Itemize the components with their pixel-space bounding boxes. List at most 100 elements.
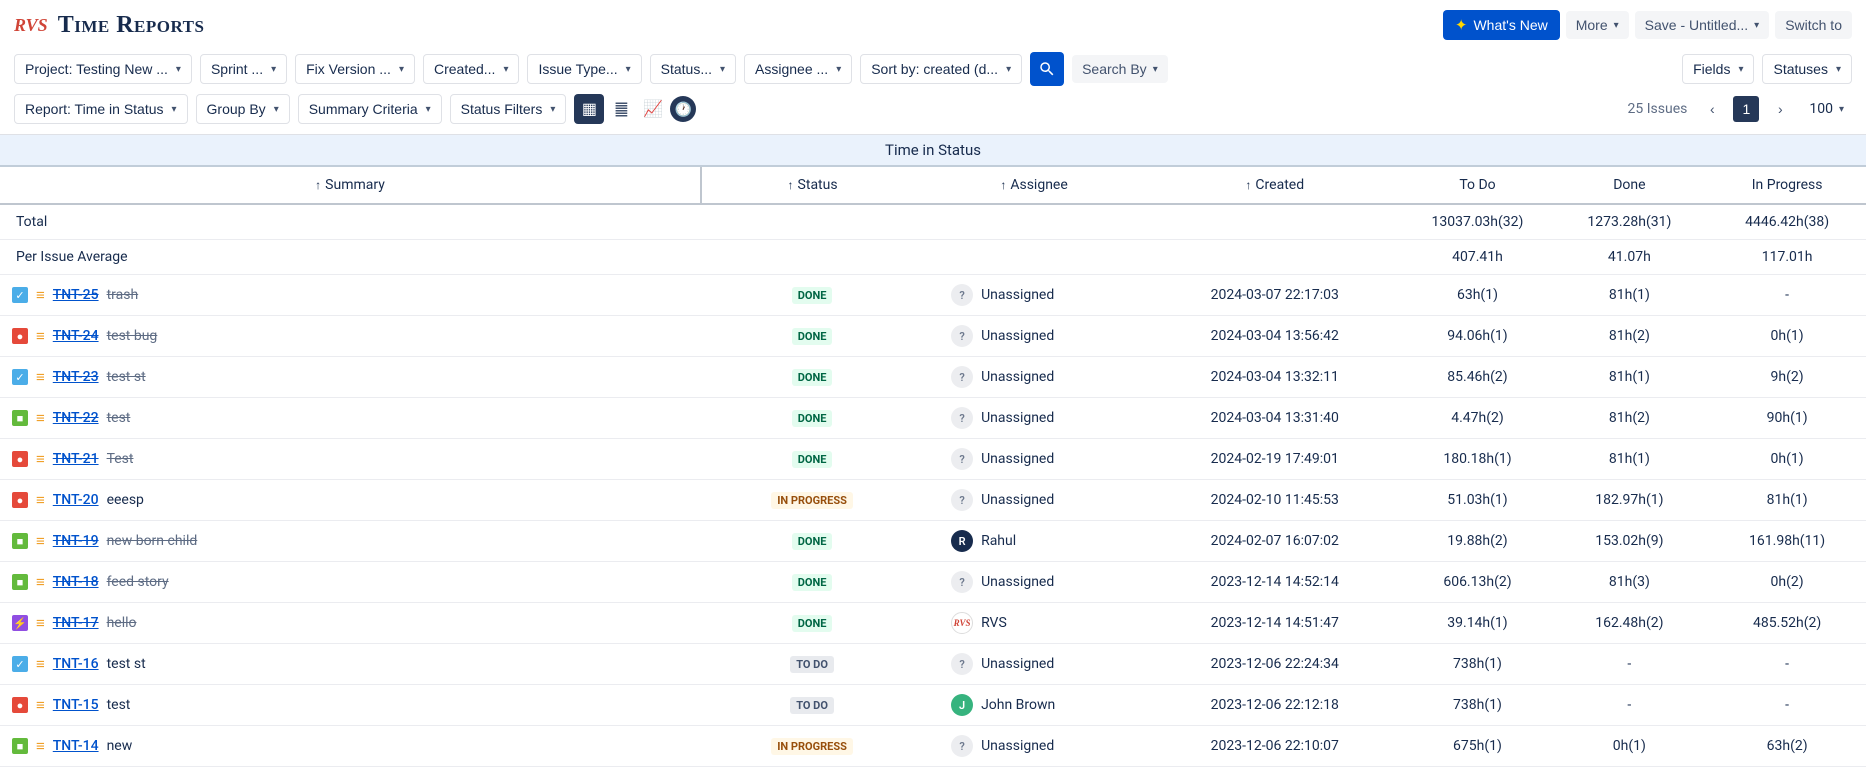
issuetype-bug-icon: ● <box>12 451 28 467</box>
next-page-button[interactable]: › <box>1767 96 1793 122</box>
created-cell: 2024-03-04 13:32:11 <box>1145 357 1404 398</box>
issue-key-link[interactable]: TNT-19 <box>53 533 99 549</box>
summary-criteria-filter[interactable]: Summary Criteria▾ <box>298 94 442 124</box>
search-icon <box>1038 60 1056 78</box>
page-size-select[interactable]: 100▾ <box>1801 97 1852 121</box>
status-badge: DONE <box>792 615 833 632</box>
bar-chart-view-button[interactable]: ䷀ <box>606 94 636 124</box>
issue-title: test st <box>107 369 146 385</box>
fix-version-filter[interactable]: Fix Version ...▾ <box>295 54 415 84</box>
issue-type-filter[interactable]: Issue Type...▾ <box>527 54 641 84</box>
issue-key-link[interactable]: TNT-21 <box>53 451 99 467</box>
table-row: ✓≡TNT-23 test stDONE?Unassigned2024-03-0… <box>0 357 1866 398</box>
total-todo: 13037.03h(32) <box>1404 204 1550 240</box>
sort-by-filter[interactable]: Sort by: created (d...▾ <box>860 54 1022 84</box>
issue-key-link[interactable]: TNT-16 <box>53 656 99 672</box>
done-cell: 182.97h(1) <box>1551 480 1709 521</box>
issuetype-task-icon: ✓ <box>12 656 28 672</box>
issuetype-bug-icon: ● <box>12 697 28 713</box>
created-cell: 2024-03-07 22:17:03 <box>1145 275 1404 316</box>
line-chart-view-button[interactable]: 📈 <box>638 94 668 124</box>
search-button[interactable] <box>1030 52 1064 86</box>
save-button[interactable]: Save - Untitled... ▾ <box>1635 11 1770 39</box>
done-cell: 162.48h(2) <box>1551 603 1709 644</box>
col-in-progress[interactable]: In Progress <box>1708 167 1866 204</box>
total-done: 1273.28h(31) <box>1551 204 1709 240</box>
logo-icon: RVS <box>14 15 48 36</box>
report-title: Time in Status <box>0 134 1866 167</box>
created-cell: 2024-02-10 11:45:53 <box>1145 480 1404 521</box>
chevron-down-icon: ▾ <box>1839 104 1844 115</box>
issue-key-link[interactable]: TNT-17 <box>53 615 99 631</box>
priority-icon: ≡ <box>36 573 45 591</box>
whats-new-button[interactable]: ✦ What's New <box>1443 10 1560 40</box>
fields-button[interactable]: Fields▾ <box>1682 54 1754 84</box>
priority-icon: ≡ <box>36 614 45 632</box>
assignee-name: Unassigned <box>981 287 1054 303</box>
total-row: Total 13037.03h(32) 1273.28h(31) 4446.42… <box>0 204 1866 240</box>
chevron-down-icon: ▾ <box>626 64 631 75</box>
assignee-name: John Brown <box>981 697 1055 713</box>
issue-key-link[interactable]: TNT-25 <box>53 287 99 303</box>
status-filter[interactable]: Status...▾ <box>650 54 736 84</box>
created-filter[interactable]: Created...▾ <box>423 54 520 84</box>
col-todo[interactable]: To Do <box>1404 167 1550 204</box>
issue-key-link[interactable]: TNT-18 <box>53 574 99 590</box>
chevron-down-icon: ▾ <box>1614 20 1619 31</box>
col-status[interactable]: ↑Status <box>701 167 923 204</box>
avg-done: 41.07h <box>1551 240 1709 275</box>
page-number[interactable]: 1 <box>1733 96 1759 122</box>
priority-icon: ≡ <box>36 491 45 509</box>
report-filter[interactable]: Report: Time in Status▾ <box>14 94 188 124</box>
assignee-name: Unassigned <box>981 451 1054 467</box>
col-assignee[interactable]: ↑Assignee <box>923 167 1145 204</box>
issue-title: test <box>107 697 131 713</box>
prog-cell: 161.98h(11) <box>1708 521 1866 562</box>
todo-cell: 606.13h(2) <box>1404 562 1550 603</box>
table-view-button[interactable]: ▦ <box>574 94 604 124</box>
issuetype-story-icon: ■ <box>12 410 28 426</box>
chevron-down-icon: ▾ <box>426 104 431 115</box>
statuses-button[interactable]: Statuses▾ <box>1762 54 1852 84</box>
view-toggle: ▦ ䷀ 📈 🕐 <box>574 94 696 124</box>
table-row: ■≡TNT-19 new born childDONERRahul2024-02… <box>0 521 1866 562</box>
done-cell: 81h(1) <box>1551 439 1709 480</box>
project-filter[interactable]: Project: Testing New ...▾ <box>14 54 192 84</box>
prog-cell: 0h(1) <box>1708 439 1866 480</box>
col-done[interactable]: Done <box>1551 167 1709 204</box>
done-cell: 81h(2) <box>1551 316 1709 357</box>
more-button[interactable]: More ▾ <box>1566 11 1629 39</box>
col-created[interactable]: ↑Created <box>1145 167 1404 204</box>
status-filters-filter[interactable]: Status Filters▾ <box>450 94 567 124</box>
clock-view-button[interactable]: 🕐 <box>670 96 696 122</box>
issuetype-bug-icon: ● <box>12 328 28 344</box>
chevron-down-icon: ▾ <box>176 64 181 75</box>
col-summary[interactable]: ↑Summary <box>0 167 701 204</box>
prog-cell: 0h(2) <box>1708 562 1866 603</box>
avatar: R <box>951 530 973 552</box>
switch-button[interactable]: Switch to <box>1775 11 1852 39</box>
search-by-button[interactable]: Search By▾ <box>1072 55 1168 83</box>
sprint-filter[interactable]: Sprint ...▾ <box>200 54 287 84</box>
status-badge: TO DO <box>790 656 834 673</box>
todo-cell: 738h(1) <box>1404 685 1550 726</box>
issue-key-link[interactable]: TNT-23 <box>53 369 99 385</box>
issue-key-link[interactable]: TNT-15 <box>53 697 99 713</box>
todo-cell: 51.03h(1) <box>1404 480 1550 521</box>
issue-key-link[interactable]: TNT-22 <box>53 410 99 426</box>
line-chart-icon: 📈 <box>643 99 663 119</box>
table-row: ■≡TNT-22 testDONE?Unassigned2024-03-04 1… <box>0 398 1866 439</box>
prev-page-button[interactable]: ‹ <box>1699 96 1725 122</box>
issue-title: Test <box>107 451 134 467</box>
assignee-filter[interactable]: Assignee ...▾ <box>744 54 852 84</box>
chevron-down-icon: ▾ <box>1754 20 1759 31</box>
issue-key-link[interactable]: TNT-20 <box>53 492 99 508</box>
group-by-filter[interactable]: Group By▾ <box>196 94 290 124</box>
issue-key-link[interactable]: TNT-14 <box>53 738 99 754</box>
chevron-down-icon: ▾ <box>1738 64 1743 75</box>
chevron-right-icon: › <box>1778 101 1783 117</box>
issue-key-link[interactable]: TNT-24 <box>53 328 99 344</box>
assignee-name: Unassigned <box>981 656 1054 672</box>
sort-up-icon: ↑ <box>315 178 321 192</box>
issuetype-story-icon: ■ <box>12 574 28 590</box>
